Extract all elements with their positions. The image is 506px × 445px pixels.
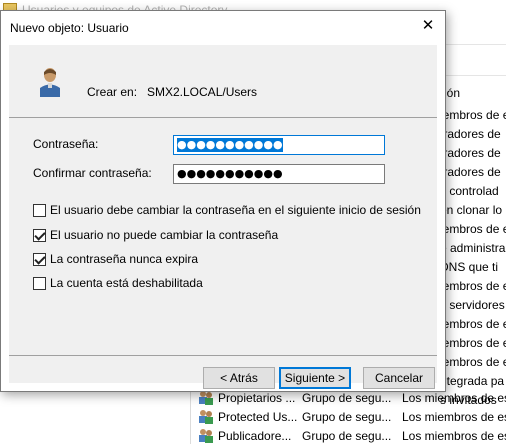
list-column-header[interactable]: ión — [444, 86, 460, 100]
dialog-title: Nuevo objeto: Usuario — [10, 21, 129, 35]
password-field[interactable]: ●●●●●●●●●●● — [173, 135, 385, 155]
list-description-fragment: s servidores — [440, 298, 505, 312]
dialog-body: Crear en: SMX2.LOCAL/Users Contraseña: ●… — [9, 45, 437, 389]
list-description-fragment: e administra — [440, 241, 506, 255]
checkbox[interactable] — [33, 277, 46, 290]
list-description-fragment: iembros de es — [440, 355, 506, 369]
password-label: Contraseña: — [33, 137, 99, 151]
list-description-fragment: s controlad — [440, 184, 499, 198]
checkbox[interactable] — [33, 229, 46, 242]
create-in-label: Crear en: — [87, 85, 138, 99]
list-description-fragment: DNS que ti — [440, 260, 499, 274]
confirm-password-label: Confirmar contraseña: — [33, 166, 152, 180]
divider — [9, 117, 437, 118]
table-row[interactable]: Publicadore... Grupo de segu... Los miem… — [198, 427, 506, 445]
checkbox[interactable] — [33, 204, 46, 217]
create-in-value: SMX2.LOCAL/Users — [147, 85, 258, 99]
dialog-title-bar[interactable]: Nuevo objeto: Usuario ✕ — [1, 11, 445, 45]
group-icon — [199, 391, 213, 405]
list-description-fragment: iembros de es — [440, 317, 506, 331]
new-user-dialog: Nuevo objeto: Usuario ✕ Crear en: SMX2.L… — [0, 10, 446, 392]
list-description-fragment: iembros de es — [440, 108, 506, 122]
list-description-fragment: ntegrada pa — [440, 374, 505, 388]
group-icon — [199, 429, 213, 443]
close-icon[interactable]: ✕ — [411, 11, 445, 41]
divider — [9, 355, 437, 356]
list-description-fragment: iembros de es — [440, 279, 506, 293]
back-button[interactable]: < Atrás — [203, 367, 275, 389]
list-description-fragment: iembros de es — [440, 336, 506, 350]
next-button[interactable]: Siguiente > — [279, 367, 351, 389]
list-description-fragment: iembros de es — [440, 222, 506, 236]
list-description-fragment: tradores de — [440, 165, 501, 179]
confirm-password-field[interactable]: ●●●●●●●●●●● — [173, 164, 385, 184]
group-icon — [199, 410, 213, 424]
list-description-fragment: en clonar lo — [440, 203, 503, 217]
list-description-fragment: tradores de — [440, 127, 501, 141]
user-icon — [40, 68, 60, 97]
cancel-button[interactable]: Cancelar — [363, 367, 435, 389]
checkbox[interactable] — [33, 253, 46, 266]
list-description-fragment: tradores de — [440, 146, 501, 160]
table-row[interactable]: Protected Us... Grupo de segu... Los mie… — [198, 408, 506, 426]
